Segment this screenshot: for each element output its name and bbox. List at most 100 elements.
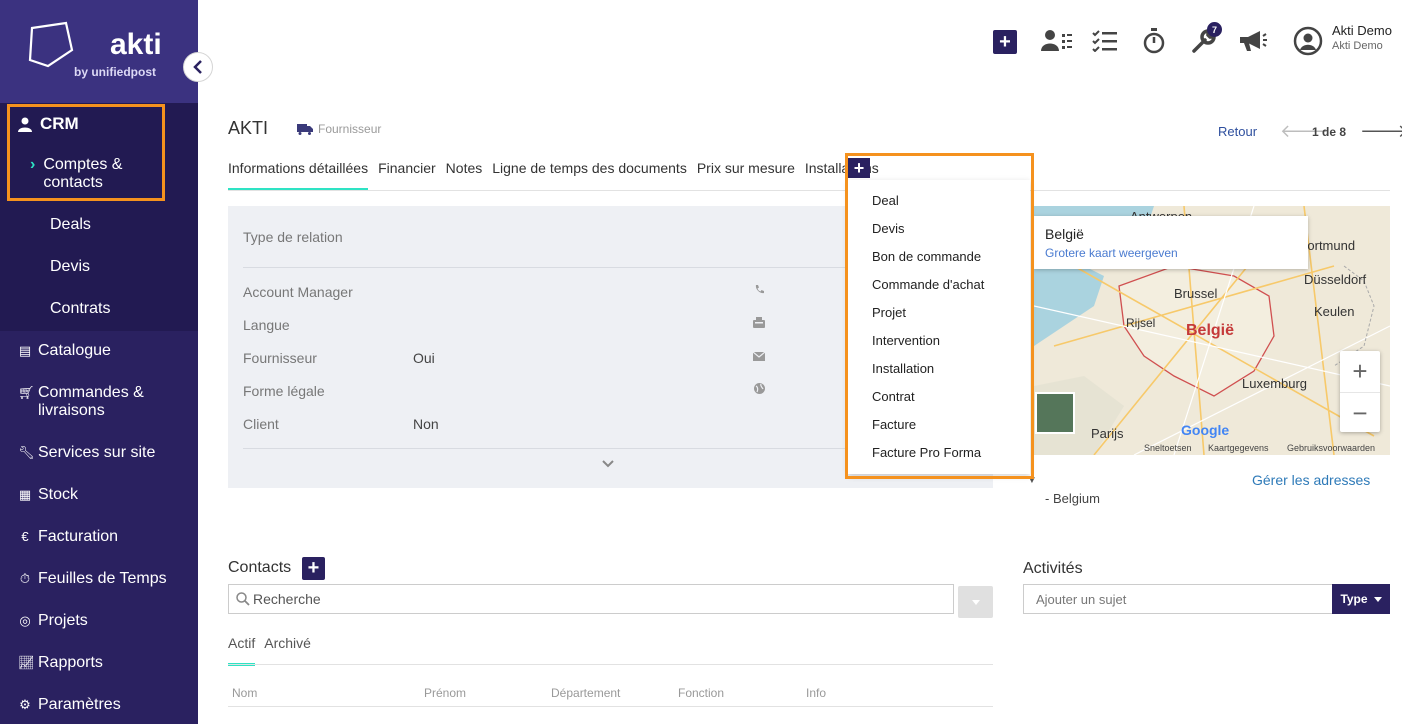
sidebar-item-label: Paramètres [38,696,121,713]
globe-icon [752,383,766,397]
sidebar-item-facturation[interactable]: € Facturation [18,528,118,546]
tabs-divider [228,190,1390,191]
field-label: Langue [243,317,290,333]
truck-icon [297,123,313,135]
next-record-button[interactable]: 🡒 [1360,121,1402,142]
timer-button[interactable] [1142,28,1166,54]
map-label: Parijs [1091,426,1124,441]
sidebar-item-commandes[interactable]: 🛒︎ Commandes & livraisons [18,384,158,420]
sidebar-subitem-devis[interactable]: Devis [50,258,90,276]
envelope-icon [752,350,766,364]
contacts-list-button[interactable] [1041,28,1073,54]
sidebar-item-label: Facturation [38,528,119,545]
sidebar-item-feuilles-temps[interactable]: ⏱︎ Feuilles de Temps [18,570,167,588]
quick-add-button[interactable]: + [993,29,1017,55]
fax-icon [752,317,766,331]
tools-button[interactable]: 7 [1191,22,1222,54]
column-header[interactable]: Prénom [424,686,466,700]
column-header[interactable]: Info [806,686,826,700]
caret-down-icon [971,599,980,605]
search-input[interactable] [253,591,933,607]
sidebar-item-stock[interactable]: ▦ Stock [18,486,78,504]
tab-financier[interactable]: Financier [378,160,436,191]
euro-icon: € [21,529,29,544]
expand-button[interactable] [602,455,614,473]
map-shortcuts-link[interactable]: Sneltoetsen [1144,443,1192,453]
sidebar-subitem-contrats[interactable]: Contrats [50,300,110,318]
checklist-icon [1092,30,1117,52]
map-terms-link[interactable]: Gebruiksvoorwaarden [1287,443,1375,453]
record-type-label: Fournisseur [318,122,382,136]
logo-area: akti by unifiedpost [0,0,198,103]
highlight-frame-menu [845,153,1034,479]
sidebar-item-rapports[interactable]: 📈︎ Rapports [18,654,103,672]
google-logo: Google [1181,422,1230,438]
field-value: Oui [413,350,435,366]
add-contact-button[interactable]: + [302,557,325,580]
activity-type-button[interactable]: Type [1332,584,1390,614]
user-org: Akti Demo [1332,40,1383,52]
back-link[interactable]: Retour [1218,124,1257,139]
sidebar-item-label: Catalogue [38,342,111,359]
zoom-in-button[interactable]: + [1340,351,1380,391]
record-type: Fournisseur [297,122,381,136]
manage-addresses-link[interactable]: Gérer les adresses [1252,472,1370,488]
address-text: - Belgium [1045,491,1100,506]
sidebar-item-projets[interactable]: ◎ Projets [18,612,88,630]
column-header[interactable]: Fonction [678,686,724,700]
phone-icon [752,284,766,298]
tasks-button[interactable] [1092,28,1118,54]
sidebar-item-parametres[interactable]: ⚙ Paramètres [18,696,121,714]
contacts-title: Contacts [228,559,292,576]
tab-actif[interactable]: Actif [228,635,256,666]
map-info-card: België Grotere kaart weergeven [1034,216,1308,269]
chevron-left-icon [193,60,202,74]
activity-subject-box [1023,584,1333,614]
map-place-name: België [1045,226,1084,242]
sidebar-item-label: Commandes & livraisons [38,384,144,419]
map-label: België [1186,322,1235,339]
boxes-icon: ▦ [18,487,32,502]
map-data-link[interactable]: Kaartgegevens [1208,443,1269,453]
announcements-button[interactable] [1238,28,1268,54]
user-avatar-button[interactable] [1293,26,1323,56]
sidebar-collapse-button[interactable] [183,52,213,82]
page-title: AKTI [228,118,269,138]
arrow-right-icon: 🡒 [1360,121,1402,141]
logo-mark-icon [28,21,74,68]
megaphone-icon [1240,31,1267,51]
target-icon: ◎ [19,613,31,628]
subtabs-divider [228,664,993,665]
gear-icon: ⚙ [19,697,31,712]
field-value: Non [413,416,439,432]
field-label: Forme légale [243,383,325,399]
activities-title: Activités [1023,560,1083,577]
larger-map-link[interactable]: Grotere kaart weergeven [1045,246,1178,260]
field-label: Account Manager [243,284,353,300]
tab-archive[interactable]: Archivé [264,635,311,666]
sidebar-item-label: Projets [38,612,88,629]
sidebar-item-services[interactable]: 🔧︎ Services sur site [18,444,155,462]
contacts-search-box [228,584,954,614]
tab-informations[interactable]: Informations détaillées [228,160,369,191]
plus-icon: + [307,557,320,579]
tab-prix[interactable]: Prix sur mesure [697,160,795,191]
zoom-out-button[interactable]: − [1340,392,1380,432]
column-header[interactable]: Département [551,686,620,700]
user-list-icon [1041,30,1072,51]
sidebar-item-catalogue[interactable]: ▤ Catalogue [18,342,111,360]
filter-dropdown-button[interactable] [958,586,993,618]
map-label: Brussel [1174,286,1218,301]
tab-notes[interactable]: Notes [446,160,483,191]
map-label: Rijsel [1126,316,1156,330]
caret-down-icon [1373,596,1382,602]
app-root: akti by unifiedpost CRM › Comptes & cont… [0,0,1402,724]
sidebar-subitem-deals[interactable]: Deals [50,216,91,234]
column-header[interactable]: Nom [232,686,257,700]
highlight-frame-crm [7,104,165,201]
activity-subject-input[interactable] [1036,592,1326,607]
tab-timeline[interactable]: Ligne de temps des documents [492,160,687,191]
user-name[interactable]: Akti Demo [1332,23,1392,38]
field-label: Fournisseur [243,350,317,366]
sidebar-item-label: Services sur site [38,444,156,461]
